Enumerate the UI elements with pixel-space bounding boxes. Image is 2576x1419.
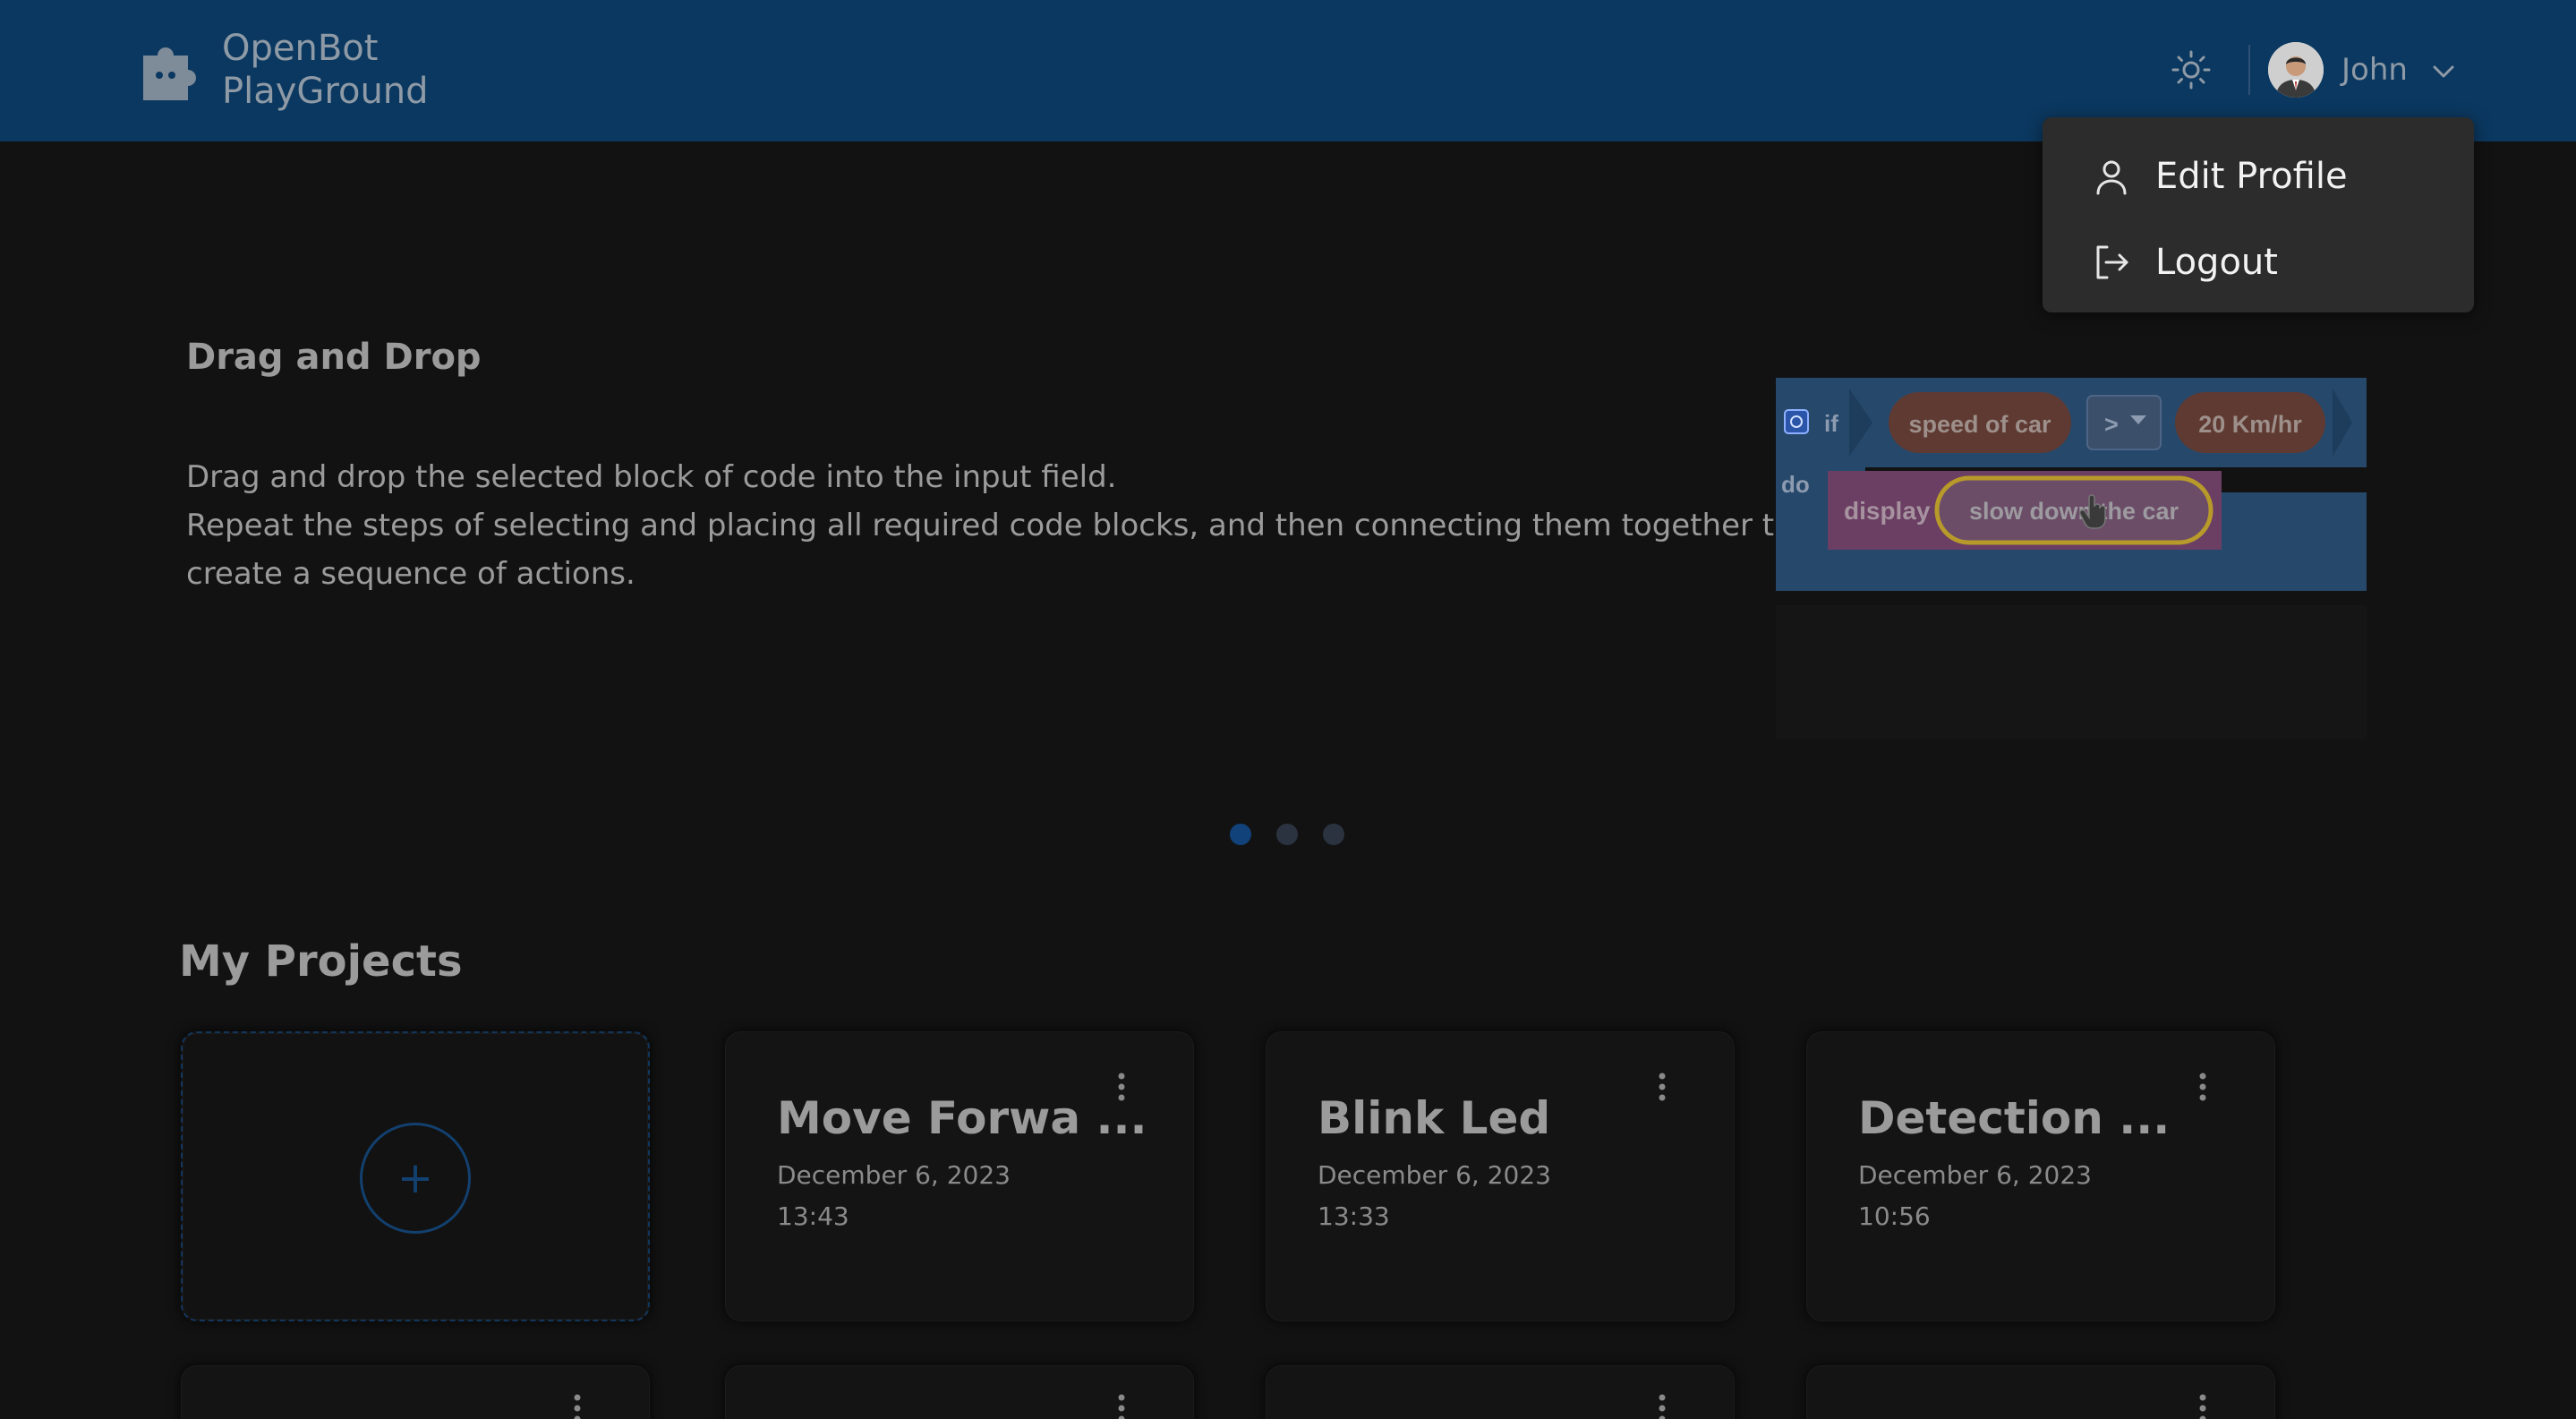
brand-name[interactable]: OpenBot PlayGround <box>222 27 429 113</box>
more-vertical-icon[interactable] <box>564 1390 591 1419</box>
project-name: Move Forwa ... <box>777 1092 1147 1144</box>
user-dropdown-menu: Edit Profile Logout <box>2043 117 2474 312</box>
more-vertical-icon[interactable] <box>1108 1390 1135 1419</box>
project-card[interactable]: Move Forwa ... December 6, 2023 13:43 <box>725 1031 1194 1321</box>
menu-item-logout[interactable]: Logout <box>2043 219 2474 305</box>
menu-item-label: Logout <box>2155 242 2278 283</box>
do-label: do <box>1781 471 1810 498</box>
project-card[interactable]: Detection ... December 6, 2023 10:56 <box>1806 1031 2275 1321</box>
if-label: if <box>1824 410 1838 437</box>
slide-description-line: Drag and drop the selected block of code… <box>186 459 1117 495</box>
carousel-dot-3[interactable] <box>1323 824 1344 845</box>
project-card[interactable]: Blink Led December 6, 2023 13:33 <box>1266 1031 1735 1321</box>
display-text: slow down the car <box>1969 498 2179 525</box>
project-name: Blink Led <box>1318 1092 1551 1144</box>
user-name[interactable]: John <box>2341 52 2408 88</box>
theme-toggle-button[interactable] <box>2166 45 2216 95</box>
condition-left: speed of car <box>1908 411 2051 438</box>
project-time: 13:33 <box>1318 1201 1390 1231</box>
header-divider <box>2248 45 2250 95</box>
condition-right: 20 Km/hr <box>2198 411 2302 438</box>
sun-icon <box>2171 50 2211 90</box>
project-card[interactable] <box>181 1365 650 1419</box>
logout-icon <box>2096 245 2128 279</box>
project-card[interactable] <box>1806 1365 2275 1419</box>
more-vertical-icon[interactable] <box>1649 1390 1676 1419</box>
plus-icon: + <box>360 1123 471 1234</box>
project-date: December 6, 2023 <box>777 1160 1011 1190</box>
slide-description: Drag and drop the selected block of code… <box>186 453 1793 598</box>
menu-item-label: Edit Profile <box>2155 156 2348 197</box>
more-vertical-icon[interactable] <box>1649 1069 1676 1105</box>
my-projects-title: My Projects <box>179 936 463 987</box>
display-label: display <box>1844 497 1931 525</box>
menu-item-edit-profile[interactable]: Edit Profile <box>2043 133 2474 219</box>
project-date: December 6, 2023 <box>1858 1160 2092 1190</box>
slide-description-line: Repeat the steps of selecting and placin… <box>186 508 1793 543</box>
brand-line-2: PlayGround <box>222 71 429 112</box>
puzzle-logo-icon[interactable] <box>134 36 202 104</box>
carousel-pagination <box>1230 824 1344 845</box>
project-time: 10:56 <box>1858 1201 1931 1231</box>
project-name: Detection ... <box>1858 1092 2171 1144</box>
brand-line-1: OpenBot <box>222 28 379 69</box>
project-time: 13:43 <box>777 1201 849 1231</box>
project-card[interactable] <box>1266 1365 1735 1419</box>
project-date: December 6, 2023 <box>1318 1160 1551 1190</box>
new-project-card[interactable]: + <box>181 1031 650 1321</box>
more-vertical-icon[interactable] <box>2189 1069 2216 1105</box>
carousel-dot-2[interactable] <box>1276 824 1298 845</box>
carousel-dot-1[interactable] <box>1230 824 1251 845</box>
slide-description-line: create a sequence of actions. <box>186 556 635 592</box>
user-avatar[interactable] <box>2268 42 2324 98</box>
more-vertical-icon[interactable] <box>2189 1390 2216 1419</box>
code-block-illustration: if speed of car > 20 Km/hr do display sl… <box>1776 378 2367 739</box>
user-icon <box>2096 160 2127 195</box>
project-card[interactable] <box>725 1365 1194 1419</box>
chevron-down-icon[interactable] <box>2426 54 2461 90</box>
operator-label: > <box>2104 411 2119 438</box>
slide-title: Drag and Drop <box>186 337 482 378</box>
